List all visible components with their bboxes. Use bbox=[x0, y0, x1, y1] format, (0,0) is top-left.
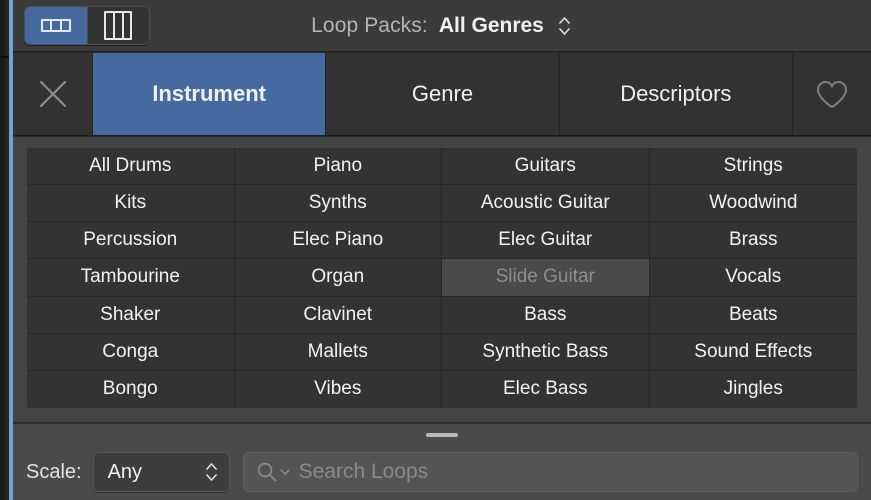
search-magnifier-icon bbox=[257, 462, 276, 482]
category-tab-bar: Instrument Genre Descriptors bbox=[13, 53, 871, 136]
column-view-button[interactable] bbox=[86, 7, 149, 44]
loop-category-label: Vibes bbox=[314, 378, 362, 400]
loop-category-label: Elec Bass bbox=[503, 378, 588, 400]
loop-category-label: Brass bbox=[728, 229, 778, 251]
loop-category-label: Beats bbox=[728, 303, 778, 325]
loop-category-cell[interactable]: Sound Effects bbox=[649, 333, 857, 371]
view-mode-toggle-group[interactable] bbox=[24, 6, 150, 45]
loop-category-label: Acoustic Guitar bbox=[480, 192, 610, 214]
bottom-bar: Scale: Any Search Loops bbox=[13, 423, 871, 500]
scale-select-value: Any bbox=[107, 460, 143, 483]
loop-category-cell[interactable]: Beats bbox=[649, 296, 857, 334]
favorites-button[interactable] bbox=[793, 53, 871, 135]
close-x-icon bbox=[39, 80, 66, 108]
loop-category-cell[interactable]: Percussion bbox=[27, 222, 235, 260]
loop-category-label: Vocals bbox=[725, 266, 782, 288]
loop-category-cell[interactable]: Conga bbox=[27, 333, 235, 371]
grid-columns-icon bbox=[104, 11, 133, 40]
tab-genre-label: Genre bbox=[411, 81, 474, 106]
chevron-down-icon bbox=[280, 469, 290, 475]
search-loops-placeholder: Search Loops bbox=[298, 460, 429, 483]
loop-category-label: Clavinet bbox=[303, 303, 373, 325]
loop-category-label: Piano bbox=[313, 155, 363, 177]
loop-category-label: Elec Piano bbox=[292, 229, 384, 251]
loop-category-label: Mallets bbox=[307, 340, 368, 362]
loop-category-cell[interactable]: Jingles bbox=[649, 370, 857, 408]
loop-category-label: Bass bbox=[524, 303, 567, 325]
loop-category-cell[interactable]: Vibes bbox=[234, 370, 442, 408]
search-icon-group[interactable] bbox=[256, 461, 290, 483]
scale-select[interactable]: Any bbox=[92, 452, 230, 492]
loop-category-label: Kits bbox=[114, 192, 147, 214]
loop-browser-window: Loop Packs: All Genres Instrument Genre bbox=[0, 0, 871, 500]
loop-category-label: Synths bbox=[308, 192, 367, 214]
tab-instrument[interactable]: Instrument bbox=[93, 53, 327, 135]
window-left-edge bbox=[0, 0, 5, 500]
chevron-up-icon bbox=[559, 17, 571, 24]
chevron-down-icon bbox=[206, 474, 217, 481]
loop-category-cell[interactable]: Bongo bbox=[27, 370, 235, 408]
loop-category-cell[interactable]: Elec Guitar bbox=[442, 222, 650, 260]
loop-category-cell[interactable]: Tambourine bbox=[27, 259, 235, 297]
tab-instrument-label: Instrument bbox=[152, 81, 266, 106]
loop-category-cell[interactable]: Kits bbox=[27, 185, 235, 223]
loop-packs-label: Loop Packs: bbox=[311, 14, 428, 37]
loop-category-label: Guitars bbox=[514, 155, 576, 177]
loop-category-cell[interactable]: Clavinet bbox=[234, 296, 442, 334]
loop-category-cell[interactable]: Acoustic Guitar bbox=[442, 185, 650, 223]
chevron-down-icon bbox=[559, 28, 571, 35]
top-toolbar: Loop Packs: All Genres bbox=[13, 0, 871, 52]
loop-category-cell[interactable]: All Drums bbox=[27, 148, 235, 186]
search-loops-field[interactable]: Search Loops bbox=[242, 452, 858, 492]
loop-category-cell[interactable]: Brass bbox=[649, 222, 857, 260]
panel-resize-handle[interactable] bbox=[426, 433, 458, 437]
loop-category-cell[interactable]: Elec Bass bbox=[442, 370, 650, 408]
loop-packs-stepper[interactable] bbox=[557, 17, 573, 35]
loop-category-cell[interactable]: Organ bbox=[234, 259, 442, 297]
loop-category-label: Organ bbox=[311, 266, 365, 288]
loop-category-label: Sound Effects bbox=[694, 340, 813, 362]
loop-category-cell[interactable]: Synthetic Bass bbox=[442, 333, 650, 371]
clear-filters-button[interactable] bbox=[13, 53, 93, 135]
loop-category-label: Percussion bbox=[83, 229, 178, 251]
tab-descriptors-label: Descriptors bbox=[620, 81, 732, 106]
tab-descriptors[interactable]: Descriptors bbox=[560, 53, 793, 135]
gutter-divider bbox=[0, 56, 9, 58]
loop-category-cell[interactable]: Bass bbox=[442, 296, 650, 334]
loop-category-label: Shaker bbox=[100, 303, 161, 325]
loop-category-label: Synthetic Bass bbox=[482, 340, 609, 362]
loop-packs-value[interactable]: All Genres bbox=[439, 14, 544, 38]
grid-horizontal-icon bbox=[40, 19, 71, 32]
loop-category-cell[interactable]: Mallets bbox=[234, 333, 442, 371]
loop-category-label: Slide Guitar bbox=[495, 266, 595, 288]
loop-category-cell[interactable]: Elec Piano bbox=[234, 222, 442, 260]
loop-category-label: Strings bbox=[723, 155, 783, 177]
loop-category-cell[interactable]: Synths bbox=[234, 185, 442, 223]
loop-category-label: All Drums bbox=[89, 155, 172, 177]
scale-stepper[interactable] bbox=[204, 463, 220, 481]
bottom-controls-row: Scale: Any Search Loops bbox=[13, 448, 871, 496]
loop-category-label: Jingles bbox=[723, 378, 783, 400]
heart-outline-icon bbox=[816, 80, 847, 109]
loop-category-panel: All Drums Piano Guitars Strings Kits Synths Ac… bbox=[13, 137, 871, 422]
loop-category-label: Bongo bbox=[102, 378, 158, 400]
loop-category-label: Conga bbox=[102, 340, 159, 362]
loop-category-cell[interactable]: Piano bbox=[234, 148, 442, 186]
loop-category-cell[interactable]: Shaker bbox=[27, 296, 235, 334]
loop-category-grid: All Drums Piano Guitars Strings Kits Synths Ac… bbox=[27, 148, 857, 408]
loop-category-cell[interactable]: Slide Guitar bbox=[442, 259, 650, 297]
loop-category-cell[interactable]: Guitars bbox=[442, 148, 650, 186]
chevron-up-icon bbox=[206, 463, 217, 470]
grid-horizontal-view-button[interactable] bbox=[25, 7, 87, 44]
loop-category-label: Tambourine bbox=[80, 266, 180, 288]
scale-label: Scale: bbox=[26, 460, 82, 483]
loop-category-cell[interactable]: Vocals bbox=[649, 259, 857, 297]
loop-category-cell[interactable]: Strings bbox=[649, 148, 857, 186]
tab-genre[interactable]: Genre bbox=[326, 53, 560, 135]
loop-category-label: Woodwind bbox=[709, 192, 798, 214]
loop-category-cell[interactable]: Woodwind bbox=[649, 185, 857, 223]
loop-category-label: Elec Guitar bbox=[498, 229, 593, 251]
